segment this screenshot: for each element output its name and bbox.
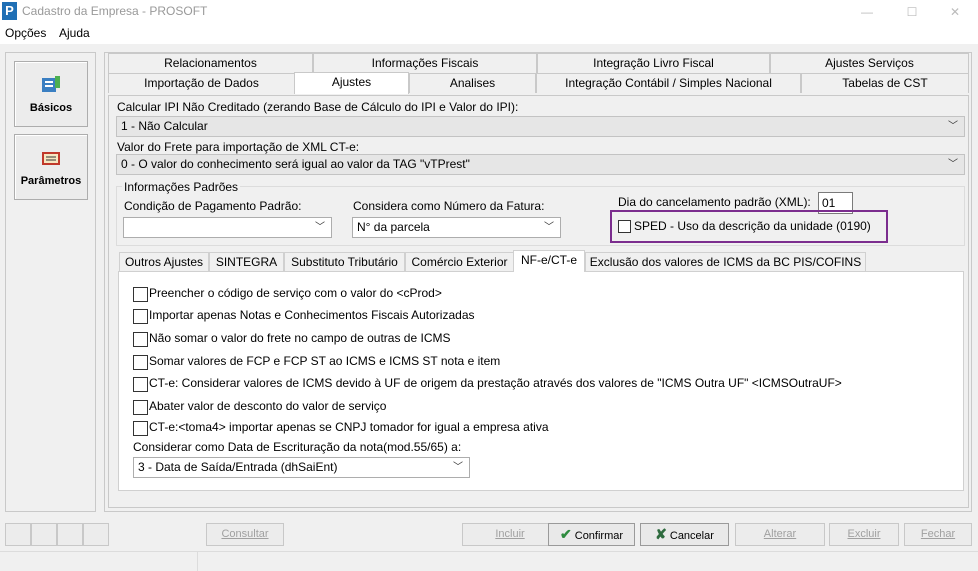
cancelar-button[interactable]: ✘ Cancelar [640,523,729,546]
subtab-outros-ajustes[interactable]: Outros Ajustes [119,252,209,272]
app-icon: P [2,2,17,20]
check-icon: ✔ [559,526,572,542]
nav-button-1[interactable] [5,523,31,546]
checkbox[interactable] [133,400,148,415]
ipi-label: Calcular IPI Não Creditado (zerando Base… [117,100,519,114]
option-abater-desconto[interactable]: Abater valor de desconto do valor de ser… [133,399,833,415]
chevron-down-icon: ﹀ [315,222,325,233]
checkbox[interactable] [133,309,148,324]
option-label: CT-e: Considerar valores de ICMS devido … [149,376,842,390]
option-toma4[interactable]: CT-e:<toma4> importar apenas se CNPJ tom… [133,420,833,436]
group-title: Informações Padrões [122,180,241,194]
tab-relacionamentos[interactable]: Relacionamentos [108,53,313,73]
fechar-button[interactable]: Fechar [904,523,972,546]
subtab-sintegra[interactable]: SINTEGRA [209,252,284,272]
sidebar-item-label: Parâmetros [20,175,82,187]
option-importar-autorizadas[interactable]: Importar apenas Notas e Conhecimentos Fi… [133,308,833,324]
checkbox[interactable] [133,377,148,392]
ipi-select-value: 1 - Não Calcular [121,119,208,133]
ipi-select[interactable]: 1 - Não Calcular ﹀ [116,116,965,137]
fatura-select-value: N° da parcela [357,220,430,234]
frete-select[interactable]: 0 - O valor do conhecimento será igual a… [116,154,965,175]
option-label: CT-e:<toma4> importar apenas se CNPJ tom… [149,420,549,434]
fechar-label: Fechar [920,528,956,540]
tab-informacoes-fiscais[interactable]: Informações Fiscais [313,53,537,73]
option-label: Importar apenas Notas e Conhecimentos Fi… [149,308,475,322]
checkbox[interactable] [133,287,148,302]
subtab-nfe-cte[interactable]: NF-e/CT-e [513,250,585,272]
fatura-select[interactable]: N° da parcela ﹀ [352,217,561,238]
sidebar-item-label: Básicos [29,102,73,114]
sped-checkbox[interactable] [618,220,631,233]
escrituracao-select-value: 3 - Data de Saída/Entrada (dhSaiEnt) [138,460,338,474]
subtab-comercio-exterior[interactable]: Comércio Exterior [405,252,514,272]
option-nao-somar-frete[interactable]: Não somar o valor do frete no campo de o… [133,331,833,347]
window-title: Cadastro da Empresa - PROSOFT [22,4,208,18]
option-somar-fcp[interactable]: Somar valores de FCP e FCP ST ao ICMS e … [133,354,833,370]
basicos-icon [42,76,60,92]
menu-ajuda[interactable]: Ajuda [59,26,90,40]
pagamento-label: Condição de Pagamento Padrão: [124,199,302,213]
chevron-down-icon: ﹀ [453,462,463,473]
option-icms-outra-uf[interactable]: CT-e: Considerar valores de ICMS devido … [133,376,933,392]
tab-importacao-de-dados[interactable]: Importação de Dados [108,73,295,93]
consultar-button[interactable]: Consultar [206,523,284,546]
option-preencher-codigo[interactable]: Preencher o código de serviço com o valo… [133,286,833,302]
status-bar-right [197,551,978,571]
alterar-label: Alterar [763,528,797,540]
close-button[interactable]: ✕ [932,0,978,24]
sidebar-item-parametros[interactable]: Parâmetros [14,134,88,200]
menu-opcoes[interactable]: Opções [5,26,46,40]
tab-integracao-livro-fiscal[interactable]: Integração Livro Fiscal [537,53,770,73]
nav-button-2[interactable] [31,523,57,546]
sidebar-item-basicos[interactable]: Básicos [14,61,88,127]
confirmar-button[interactable]: ✔ Confirmar [548,523,635,546]
option-label: Somar valores de FCP e FCP ST ao ICMS e … [149,354,501,368]
tab-ajustes[interactable]: Ajustes [294,72,409,94]
subtab-exclusao-icms[interactable]: Exclusão dos valores de ICMS da BC PIS/C… [585,252,866,272]
pagamento-select[interactable]: ﹀ [123,217,332,238]
menu-bar [0,24,978,44]
chevron-down-icon: ﹀ [948,159,958,170]
nav-button-3[interactable] [57,523,83,546]
fatura-label: Considera como Número da Fatura: [353,199,545,213]
status-bar-left [0,551,197,571]
incluir-button[interactable]: Incluir [462,523,558,546]
chevron-down-icon: ﹀ [544,222,554,233]
tab-tabelas-de-cst[interactable]: Tabelas de CST [801,73,969,93]
cancelamento-label: Dia do cancelamento padrão (XML): [618,195,811,209]
alterar-button[interactable]: Alterar [735,523,825,546]
option-label: Não somar o valor do frete no campo de o… [149,331,451,345]
tab-analises[interactable]: Analises [409,73,536,93]
checkbox[interactable] [133,332,148,347]
excluir-label: Excluir [847,528,881,540]
escrituracao-select[interactable]: 3 - Data de Saída/Entrada (dhSaiEnt) ﹀ [133,457,470,478]
option-label: Abater valor de desconto do valor de ser… [149,399,387,413]
frete-label: Valor do Frete para importação de XML CT… [117,140,360,154]
checkbox[interactable] [133,355,148,370]
consultar-label: Consultar [221,528,269,540]
cancelar-label: Cancelar [669,530,714,542]
sped-label: SPED - Uso da descrição da unidade (0190… [634,219,871,233]
tab-integracao-contabil[interactable]: Integração Contábil / Simples Nacional [536,73,801,93]
escrituracao-label: Considerar como Data de Escrituração da … [133,440,462,454]
maximize-button[interactable]: ☐ [889,0,935,24]
excluir-button[interactable]: Excluir [829,523,899,546]
parametros-icon [42,152,60,165]
tab-ajustes-servicos[interactable]: Ajustes Serviços [770,53,969,73]
option-label: Preencher o código de serviço com o valo… [149,286,442,300]
incluir-label: Incluir [495,528,525,540]
checkbox[interactable] [133,421,148,436]
frete-select-value: 0 - O valor do conhecimento será igual a… [121,157,470,171]
cancel-x-icon: ✘ [655,526,667,542]
chevron-down-icon: ﹀ [948,121,958,132]
confirmar-label: Confirmar [574,530,624,542]
nav-button-4[interactable] [83,523,109,546]
subtab-substituto-tributario[interactable]: Substituto Tributário [284,252,405,272]
minimize-button[interactable]: — [844,0,890,24]
